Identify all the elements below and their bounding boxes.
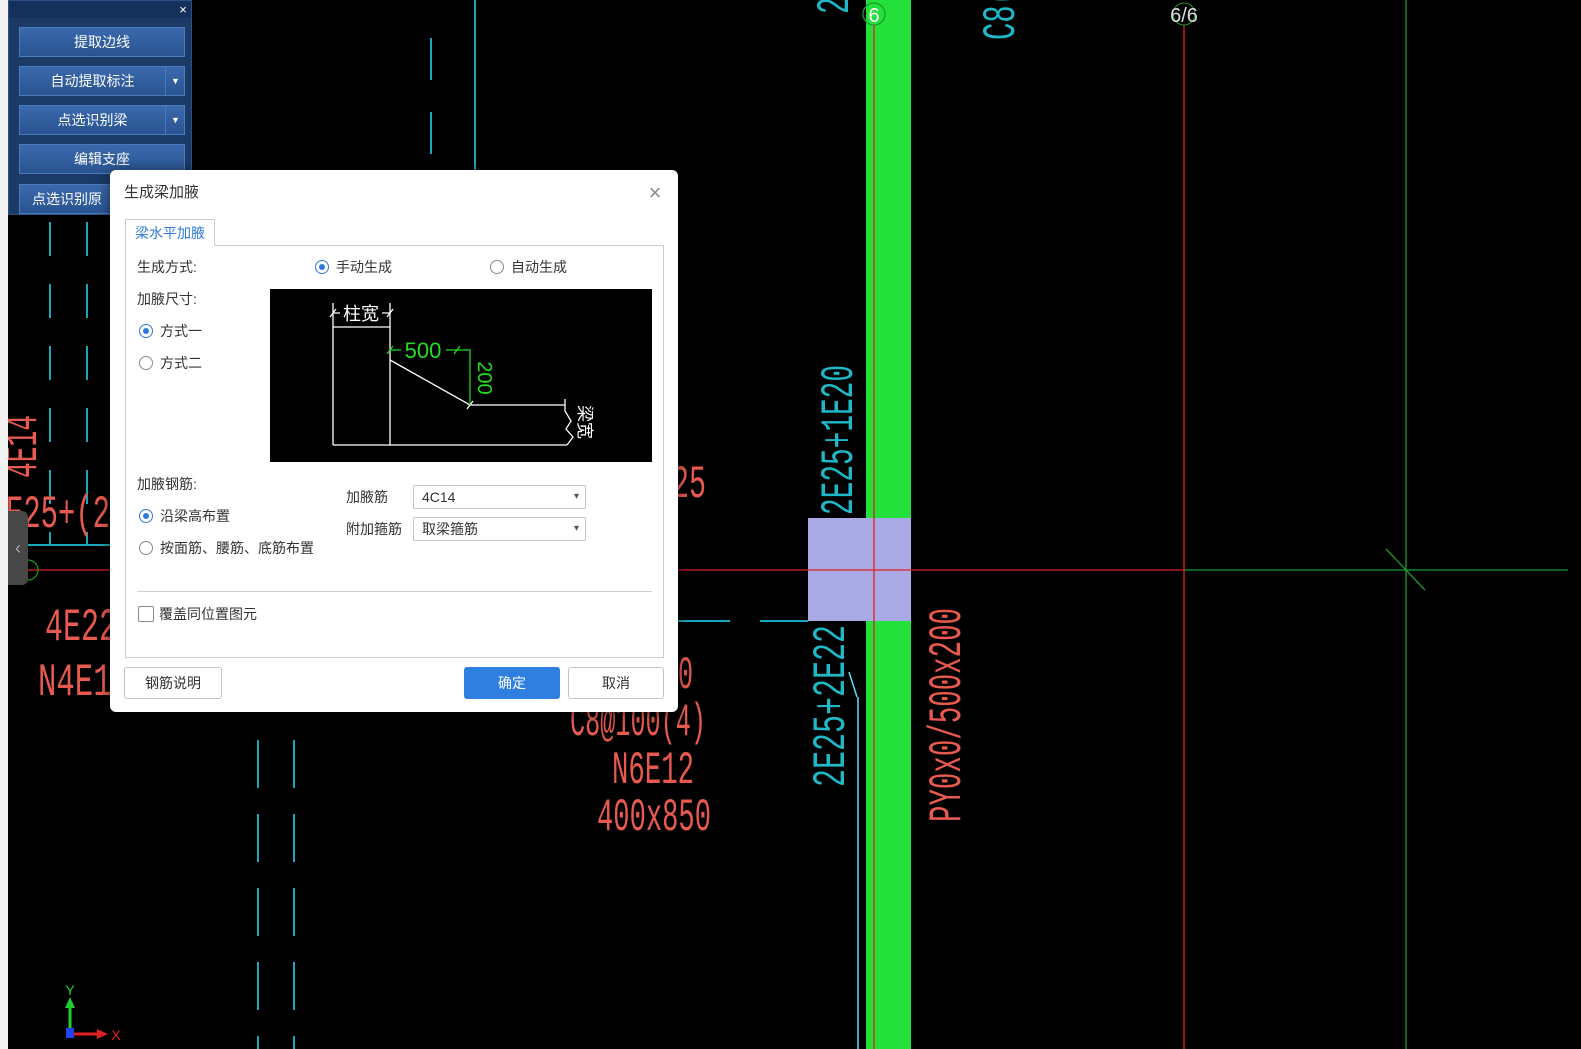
ucs-y-label: Y <box>65 982 75 998</box>
annotation-fragment-c8: C8( <box>976 0 1028 40</box>
ucs-origin <box>66 1028 74 1038</box>
along-beam-height-label[interactable]: 沿梁高布置 <box>160 507 230 525</box>
beam-rebar-top-label: 2E25+1E20 <box>814 365 866 515</box>
left-rebar-label-4e22: 4E22 <box>45 602 117 654</box>
dialog-title: 生成梁加腋 <box>124 184 200 201</box>
height-text: 200 <box>473 361 495 394</box>
overwrite-same-position-label[interactable]: 覆盖同位置图元 <box>159 605 257 623</box>
chevron-left-icon: ‹ <box>15 538 21 558</box>
ok-button[interactable]: 确定 <box>464 667 560 699</box>
edit-support-label: 编辑支座 <box>74 151 130 167</box>
chevron-down-icon: ▾ <box>573 491 579 502</box>
size-mode-1-label[interactable]: 方式一 <box>160 322 202 340</box>
pick-recognize-beam-button[interactable]: 点选识别梁 ▼ <box>19 105 185 135</box>
overwrite-same-position-checkbox[interactable] <box>138 606 154 622</box>
extra-stirrup-label: 附加箍筋 <box>346 521 402 537</box>
side-panel-toggle[interactable]: ‹ <box>8 511 28 585</box>
ucs-x-label: X <box>111 1027 121 1043</box>
section-size-label: 400x850 <box>597 792 711 844</box>
haunch-bar-value: 4C14 <box>422 489 456 505</box>
haunch-bar-label: 加腋筋 <box>346 489 388 505</box>
extra-stirrup-value: 取梁箍筋 <box>422 521 478 537</box>
size-mode-2-radio[interactable] <box>139 356 153 370</box>
haunch-diagram: 柱宽 500 200 梁宽 <box>270 289 652 462</box>
tool-panel-header[interactable]: × <box>9 1 191 18</box>
beam-width-text: 梁宽 <box>575 405 594 439</box>
rebar-help-button[interactable]: 钢筋说明 <box>124 667 222 699</box>
column-width-text: 柱宽 <box>343 304 379 324</box>
ucs-y-arrowhead <box>65 997 75 1008</box>
extra-stirrup-select[interactable]: 取梁箍筋 ▾ <box>413 517 586 541</box>
beam-rebar-bottom-label: 2E25+2E22 <box>806 625 858 787</box>
close-icon[interactable]: × <box>645 179 665 207</box>
haunch-spec-label: PY0x0/500x200 <box>922 608 974 822</box>
divider <box>137 591 652 592</box>
tab-panel: 生成方式: 手动生成 自动生成 加腋尺寸: 方式一 方式二 柱宽 500 200… <box>125 245 664 658</box>
haunch-size-label: 加腋尺寸: <box>137 291 197 307</box>
extract-edge-button[interactable]: 提取边线 <box>19 27 185 57</box>
auto-extract-label-button[interactable]: 自动提取标注 ▼ <box>19 66 185 96</box>
cancel-button[interactable]: 取消 <box>568 667 664 699</box>
along-beam-height-radio[interactable] <box>139 509 153 523</box>
height-dim-line <box>457 349 471 405</box>
auto-extract-label-text[interactable]: 自动提取标注 <box>20 67 165 95</box>
left-window-edge <box>0 0 8 1049</box>
generation-mode-label: 生成方式: <box>137 259 197 275</box>
auto-generate-radio[interactable] <box>490 260 504 274</box>
manual-generate-label[interactable]: 手动生成 <box>336 258 392 276</box>
diagram-outline <box>329 303 574 446</box>
size-mode-2-label[interactable]: 方式二 <box>160 354 202 372</box>
generate-beam-haunch-dialog: 生成梁加腋 × 梁水平加腋 生成方式: 手动生成 自动生成 加腋尺寸: 方式一 … <box>110 170 678 712</box>
manual-generate-radio[interactable] <box>315 260 329 274</box>
annotation-fragment-0: 0 <box>678 650 693 702</box>
pick-recognize-beam-text[interactable]: 点选识别梁 <box>20 106 165 134</box>
close-icon[interactable]: × <box>177 1 189 18</box>
axis-label-6-6: 6/6 <box>1170 5 1198 27</box>
chevron-down-icon: ▾ <box>573 523 579 534</box>
dropdown-arrow-icon[interactable]: ▼ <box>165 106 184 134</box>
side-bars-label: N6E12 <box>612 745 694 797</box>
haunch-bar-select[interactable]: 4C14 ▾ <box>413 485 586 509</box>
dropdown-arrow-icon[interactable]: ▼ <box>165 67 184 95</box>
haunch-rebar-label: 加腋钢筋: <box>137 476 197 492</box>
beam-break-line <box>564 399 574 446</box>
length-text: 500 <box>405 338 442 363</box>
by-face-waist-bottom-radio[interactable] <box>139 541 153 555</box>
extract-edge-label: 提取边线 <box>74 34 130 50</box>
tab-horizontal-haunch[interactable]: 梁水平加腋 <box>125 219 215 246</box>
pick-recognize-in-situ-label-text: 点选识别原 <box>32 191 102 207</box>
ucs-icon: Y X <box>65 982 121 1043</box>
annotation-fragment-2e: 2E <box>810 0 862 14</box>
auto-generate-label[interactable]: 自动生成 <box>511 258 567 276</box>
axis-label-6: 6 <box>868 5 879 27</box>
ucs-x-arrowhead <box>97 1029 108 1039</box>
size-mode-1-radio[interactable] <box>139 324 153 338</box>
by-face-waist-bottom-label[interactable]: 按面筋、腰筋、底筋布置 <box>160 539 314 557</box>
